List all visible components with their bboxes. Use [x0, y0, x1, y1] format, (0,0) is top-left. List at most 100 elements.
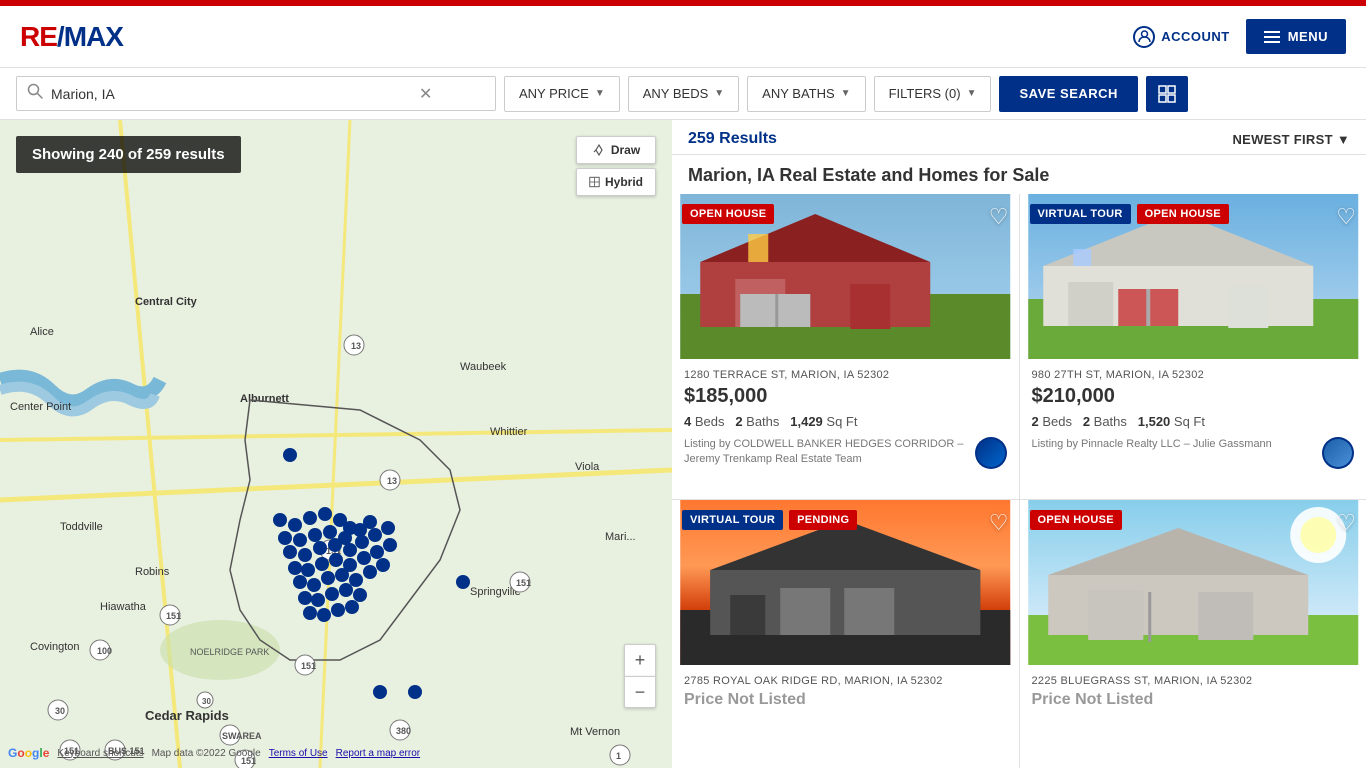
svg-text:151: 151 [301, 661, 316, 671]
virtual-tour-badge-3: VIRTUAL TOUR [682, 510, 783, 530]
listing-address: 1280 TERRACE ST, Marion, IA 52302 [684, 369, 1007, 381]
svg-text:Toddville: Toddville [60, 521, 103, 533]
open-house-badge: OPEN HOUSE [682, 204, 774, 224]
account-icon [1133, 26, 1155, 48]
price-caret-icon: ▼ [595, 88, 605, 99]
baths-caret-icon: ▼ [841, 88, 851, 99]
sort-button[interactable]: NEWEST FIRST ▼ [1232, 132, 1350, 147]
listing-image: OPEN HOUSE ♡ [672, 194, 1019, 359]
listing-details: 4 Beds 2 Baths 1,429 Sq Ft [684, 414, 1007, 429]
search-bar: ✕ ANY PRICE ▼ ANY BEDS ▼ ANY BATHS ▼ FIL… [0, 68, 1366, 120]
beds-filter[interactable]: ANY BEDS ▼ [628, 76, 739, 112]
sort-label: NEWEST FIRST [1232, 132, 1332, 147]
favorite-button[interactable]: ♡ [989, 204, 1009, 230]
agent-logo-image [977, 439, 1005, 467]
open-house-badge-4: OPEN HOUSE [1030, 510, 1122, 530]
svg-text:151: 151 [516, 578, 531, 588]
nav-right: ACCOUNT MENU [1133, 19, 1346, 54]
logo[interactable]: RE/MAX [20, 21, 123, 53]
main-content: NOELRIDGE PARK Central City Alice Center… [0, 120, 1366, 768]
listing-agent: Listing by COLDWELL BANKER HEDGES CORRID… [684, 437, 1007, 469]
logo-text: RE/MAX [20, 21, 123, 53]
svg-text:Covington: Covington [30, 641, 80, 653]
report-link[interactable]: Report a map error [336, 748, 420, 759]
svg-text:Central City: Central City [135, 296, 198, 308]
hybrid-icon [589, 175, 600, 189]
listing-card[interactable]: OPEN HOUSE ♡ 2225 BLUEGRASS ST, Marion, … [1020, 500, 1366, 768]
listings-header: 259 Results NEWEST FIRST ▼ [672, 120, 1366, 155]
open-house-badge-2: OPEN HOUSE [1137, 204, 1229, 224]
zoom-out-button[interactable]: − [624, 676, 656, 708]
svg-text:Whittier: Whittier [490, 426, 528, 438]
listing-address: 2785 ROYAL OAK RIDGE RD, Marion, IA 5230… [684, 675, 1007, 687]
svg-text:Hiawatha: Hiawatha [100, 601, 147, 613]
terms-link[interactable]: Terms of Use [269, 748, 328, 759]
beds-label: ANY BEDS [643, 86, 709, 101]
svg-text:Robins: Robins [135, 566, 170, 578]
favorite-button[interactable]: ♡ [989, 510, 1009, 536]
menu-label: MENU [1288, 29, 1328, 44]
price-filter[interactable]: ANY PRICE ▼ [504, 76, 620, 112]
badge-row: VIRTUAL TOUR OPEN HOUSE [1030, 204, 1229, 224]
beds-caret-icon: ▼ [714, 88, 724, 99]
zoom-in-button[interactable]: + [624, 644, 656, 676]
listing-price: Price Not Listed [1032, 691, 1355, 709]
listing-image: VIRTUAL TOUR PENDING ♡ [672, 500, 1019, 665]
zoom-controls: + − [624, 644, 656, 708]
map-section[interactable]: NOELRIDGE PARK Central City Alice Center… [0, 120, 672, 768]
draw-icon [592, 143, 606, 157]
listing-info: 1280 TERRACE ST, Marion, IA 52302 $185,0… [672, 359, 1019, 481]
draw-button[interactable]: Draw [576, 136, 656, 164]
hybrid-button[interactable]: Hybrid [576, 168, 656, 196]
badge-row: OPEN HOUSE [1030, 510, 1122, 530]
logo-slash: / [57, 21, 64, 52]
listing-address: 2225 BLUEGRASS ST, Marion, IA 52302 [1032, 675, 1355, 687]
svg-text:100: 100 [97, 646, 112, 656]
clear-icon[interactable]: ✕ [419, 84, 432, 104]
menu-button[interactable]: MENU [1246, 19, 1346, 54]
keyboard-shortcuts[interactable]: Keyboard shortcuts [57, 748, 143, 759]
agent-text: Listing by COLDWELL BANKER HEDGES CORRID… [684, 437, 967, 468]
pending-badge: PENDING [789, 510, 857, 530]
agent-logo [975, 437, 1007, 469]
listing-card[interactable]: VIRTUAL TOUR PENDING ♡ 2785 ROYAL OAK RI… [672, 500, 1019, 768]
listings-grid: OPEN HOUSE ♡ 1280 TERRACE ST, Marion, IA… [672, 194, 1366, 768]
badge-row: VIRTUAL TOUR PENDING [682, 510, 857, 530]
map-footer: Google Keyboard shortcuts Map data ©2022… [8, 746, 420, 760]
listing-card[interactable]: OPEN HOUSE ♡ 1280 TERRACE ST, Marion, IA… [672, 194, 1019, 499]
listing-details: 2 Beds 2 Baths 1,520 Sq Ft [1032, 414, 1355, 429]
map-grid-icon [1158, 85, 1176, 103]
filters-button[interactable]: FILTERS (0) ▼ [874, 76, 992, 112]
sort-caret-icon: ▼ [1337, 132, 1350, 147]
svg-text:Mt Vernon: Mt Vernon [570, 726, 620, 738]
results-badge-text: Showing 240 of 259 results [32, 146, 225, 163]
search-input-wrap[interactable]: ✕ [16, 76, 496, 111]
location-input[interactable] [51, 86, 411, 102]
listing-price: $210,000 [1032, 385, 1355, 408]
map-view-toggle[interactable] [1146, 76, 1188, 112]
google-logo: Google [8, 746, 49, 760]
listing-image: VIRTUAL TOUR OPEN HOUSE ♡ [1020, 194, 1366, 359]
svg-text:SWAREA: SWAREA [222, 731, 262, 741]
svg-text:13: 13 [387, 476, 397, 486]
listing-info: 980 27TH ST, Marion, IA 52302 $210,000 2… [1020, 359, 1366, 481]
results-count: 259 Results [688, 130, 777, 148]
listings-section: 259 Results NEWEST FIRST ▼ Marion, IA Re… [672, 120, 1366, 768]
favorite-button[interactable]: ♡ [1336, 510, 1356, 536]
baths-filter[interactable]: ANY BATHS ▼ [747, 76, 865, 112]
svg-text:30: 30 [55, 706, 65, 716]
account-button[interactable]: ACCOUNT [1133, 26, 1230, 48]
map-controls: Draw Hybrid [576, 136, 656, 196]
save-search-button[interactable]: SAVE SEARCH [999, 76, 1137, 112]
listing-price: Price Not Listed [684, 691, 1007, 709]
baths-label: ANY BATHS [762, 86, 834, 101]
svg-text:13: 13 [351, 341, 361, 351]
account-label: ACCOUNT [1161, 29, 1230, 44]
map-data-text: Map data ©2022 Google [152, 748, 261, 759]
map-canvas: NOELRIDGE PARK Central City Alice Center… [0, 120, 672, 768]
listings-title: Marion, IA Real Estate and Homes for Sal… [672, 155, 1366, 194]
listing-card[interactable]: VIRTUAL TOUR OPEN HOUSE ♡ 980 27TH ST, M… [1020, 194, 1366, 499]
favorite-button[interactable]: ♡ [1336, 204, 1356, 230]
svg-text:Viola: Viola [575, 461, 600, 473]
results-badge: Showing 240 of 259 results [16, 136, 241, 173]
